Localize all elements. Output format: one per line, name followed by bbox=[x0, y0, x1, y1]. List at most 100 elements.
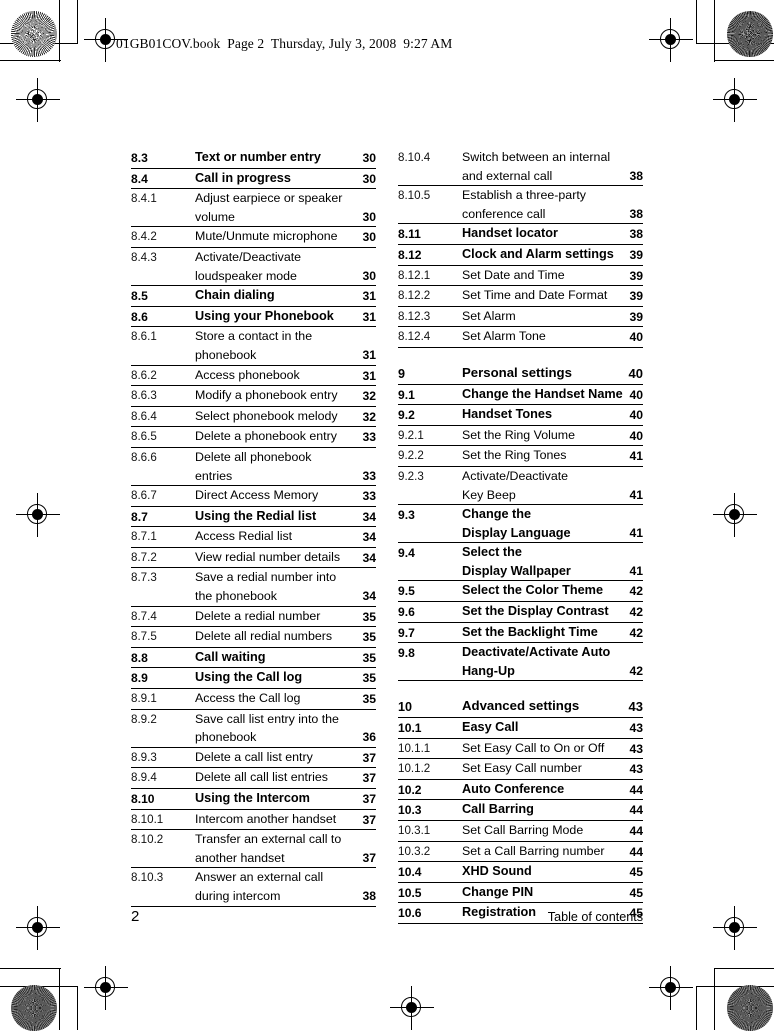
toc-entry[interactable]: 8.9.2 Save call list entry into the phoneb… bbox=[131, 710, 376, 748]
toc-entry[interactable]: 10.1.1 Set Easy Call to On or Off 43 bbox=[398, 739, 643, 760]
toc-entry[interactable]: 9.6 Set the Display Contrast 42 bbox=[398, 602, 643, 623]
toc-entry[interactable]: 8.3 Text or number entry 30 bbox=[131, 148, 376, 169]
toc-entry-number: 8.6 bbox=[131, 309, 148, 324]
toc-entry[interactable]: 8.9 Using the Call log 35 bbox=[131, 668, 376, 690]
toc-entry-title-line1: Deactivate/Activate Auto bbox=[462, 645, 611, 660]
toc-entry-number: 10.3 bbox=[398, 803, 422, 818]
toc-entry-number: 8.9.2 bbox=[131, 712, 157, 726]
toc-entry-title: View redial number details bbox=[195, 548, 359, 567]
toc-entry[interactable]: 8.6 Using your Phonebook 31 bbox=[131, 307, 376, 328]
toc-entry[interactable]: 8.6.4 Select phonebook melody 32 bbox=[131, 407, 376, 428]
toc-entry-title: Access phonebook bbox=[195, 366, 359, 385]
toc-entry[interactable]: 8.10 Using the Intercom 37 bbox=[131, 789, 376, 810]
toc-entry-number: 10.1.2 bbox=[398, 762, 431, 776]
toc-entry[interactable]: 8.12.3 Set Alarm 39 bbox=[398, 307, 643, 328]
toc-entry[interactable]: 9.7 Set the Backlight Time 42 bbox=[398, 623, 643, 644]
toc-entry[interactable]: 8.11 Handset locator 38 bbox=[398, 224, 643, 245]
toc-entry-title-line1: Delete a redial number bbox=[195, 608, 321, 623]
toc-entry[interactable]: 8.10.5 Establish a three-party conference … bbox=[398, 186, 643, 225]
toc-entry[interactable]: 8.6.5 Delete a phonebook entry 33 bbox=[131, 427, 376, 448]
toc-entry[interactable]: 8.10.3 Answer an external call during inte… bbox=[131, 868, 376, 907]
toc-entry-title-line2: the phonebook bbox=[195, 589, 277, 604]
toc-entry-title: Intercom another handset bbox=[195, 810, 359, 829]
toc-entry[interactable]: 9.8 Deactivate/Activate Auto Hang-Up 42 bbox=[398, 643, 643, 682]
toc-entry[interactable]: 10.5 Change PIN 45 bbox=[398, 883, 643, 904]
toc-entry[interactable]: 8.6.6 Delete all phonebook entries 33 bbox=[131, 448, 376, 487]
toc-entry[interactable]: 10.4 XHD Sound 45 bbox=[398, 862, 643, 883]
toc-entry-title: Easy Call bbox=[462, 718, 626, 737]
toc-entry-title-line2: and external call bbox=[462, 168, 553, 183]
toc-entry[interactable]: 8.4 Call in progress 30 bbox=[131, 169, 376, 190]
toc-entry[interactable]: 8.7 Using the Redial list 34 bbox=[131, 507, 376, 528]
toc-entry[interactable]: 8.6.3 Modify a phonebook entry 32 bbox=[131, 386, 376, 407]
toc-entry[interactable]: 8.7.2 View redial number details 34 bbox=[131, 548, 376, 569]
toc-entry-title-line1: Call in progress bbox=[195, 170, 291, 185]
toc-entry[interactable]: 10.2 Auto Conference 44 bbox=[398, 780, 643, 801]
toc-entry[interactable]: 8.9.3 Delete a call list entry 37 bbox=[131, 748, 376, 769]
toc-entry[interactable]: 8.12 Clock and Alarm settings 39 bbox=[398, 245, 643, 266]
toc-entry-title-line1: Switch between an internal bbox=[462, 150, 611, 164]
toc-entry-title-line1: Intercom another handset bbox=[195, 811, 337, 826]
toc-entry-number: 8.6.7 bbox=[131, 489, 157, 503]
toc-entry-number: 8.10.5 bbox=[398, 189, 431, 203]
toc-entry[interactable]: 10.1 Easy Call 43 bbox=[398, 718, 643, 739]
toc-entry[interactable]: 10.3.1 Set Call Barring Mode 44 bbox=[398, 821, 643, 842]
toc-entry[interactable]: 10.3.2 Set a Call Barring number 44 bbox=[398, 842, 643, 863]
crop-line-bottom-left-h bbox=[0, 968, 61, 970]
toc-entry-title: Call waiting bbox=[195, 648, 359, 667]
toc-entry[interactable]: 8.7.1 Access Redial list 34 bbox=[131, 527, 376, 548]
toc-entry[interactable]: 9.4 Select the Display Wallpaper 41 bbox=[398, 543, 643, 582]
trim-line-bottom-left-h bbox=[0, 986, 78, 988]
toc-entry-title-line1: Access phonebook bbox=[195, 367, 300, 382]
toc-entry-title: Set Time and Date Format bbox=[462, 286, 626, 305]
toc-entry[interactable]: 8.10.1 Intercom another handset 37 bbox=[131, 810, 376, 831]
toc-entry-title-line1: Adjust earpiece or speaker bbox=[195, 191, 343, 206]
toc-entry-page-number: 42 bbox=[629, 584, 643, 599]
toc-entry-page-number: 40 bbox=[629, 408, 643, 423]
toc-entry-title-line1: Delete a phonebook entry bbox=[195, 429, 337, 444]
registration-target-mid-right bbox=[713, 493, 757, 537]
toc-entry[interactable]: 8.10.4 Switch between an internal and exte… bbox=[398, 148, 643, 187]
toc-entry[interactable]: 8.9.1 Access the Call log 35 bbox=[131, 689, 376, 710]
toc-entry[interactable]: 8.9.4 Delete all call list entries 37 bbox=[131, 768, 376, 789]
crop-line-bottom-right-h bbox=[714, 968, 774, 970]
toc-entry-page-number: 37 bbox=[362, 850, 376, 865]
toc-entry[interactable]: 8.6.7 Direct Access Memory 33 bbox=[131, 486, 376, 507]
footer-page-number: 2 bbox=[131, 908, 140, 925]
toc-entry[interactable]: 8.12.4 Set Alarm Tone 40 bbox=[398, 327, 643, 348]
toc-entry[interactable]: 9.1 Change the Handset Name 40 bbox=[398, 385, 643, 406]
toc-entry[interactable]: 8.12.1 Set Date and Time 39 bbox=[398, 266, 643, 287]
toc-entry-number: 8.4 bbox=[131, 171, 148, 186]
toc-entry[interactable]: 9.2.1 Set the Ring Volume 40 bbox=[398, 426, 643, 447]
toc-entry[interactable]: 9.5 Select the Color Theme 42 bbox=[398, 581, 643, 603]
toc-entry-page-number: 40 bbox=[629, 330, 643, 345]
toc-entry[interactable]: 9.2.3 Activate/Deactivate Key Beep 41 bbox=[398, 467, 643, 506]
toc-entry[interactable]: 8.4.1 Adjust earpiece or speaker volume 30 bbox=[131, 189, 376, 228]
toc-entry[interactable]: 10.3 Call Barring 44 bbox=[398, 800, 643, 821]
toc-entry[interactable]: 8.10.2 Transfer an external call to anothe… bbox=[131, 830, 376, 869]
toc-entry-title-line1: Set Easy Call number bbox=[462, 761, 582, 776]
toc-entry[interactable]: 8.4.2 Mute/Unmute microphone 30 bbox=[131, 227, 376, 248]
toc-entry[interactable]: 10.1.2 Set Easy Call number 43 bbox=[398, 759, 643, 780]
toc-entry[interactable]: 8.5 Chain dialing 31 bbox=[131, 286, 376, 307]
toc-entry[interactable]: 9.3 Change the Display Language 41 bbox=[398, 505, 643, 544]
toc-entry[interactable]: 8.7.4 Delete a redial number 35 bbox=[131, 607, 376, 628]
toc-entry[interactable]: 9.2.2 Set the Ring Tones 41 bbox=[398, 446, 643, 467]
toc-entry[interactable]: 8.12.2 Set Time and Date Format 39 bbox=[398, 286, 643, 307]
toc-entry[interactable]: 8.6.2 Access phonebook 31 bbox=[131, 366, 376, 387]
toc-entry[interactable]: 10 Advanced settings 43 bbox=[398, 697, 643, 719]
toc-entry[interactable]: 8.7.3 Save a redial number into the phoneb… bbox=[131, 568, 376, 607]
toc-entry[interactable]: 8.6.1 Store a contact in the phonebook 31 bbox=[131, 327, 376, 366]
toc-entry-title: Select the Color Theme bbox=[462, 581, 626, 600]
toc-entry[interactable]: 8.7.5 Delete all redial numbers 35 bbox=[131, 627, 376, 648]
toc-entry[interactable]: 9.2 Handset Tones 40 bbox=[398, 405, 643, 426]
toc-entry-title: Adjust earpiece or speaker volume bbox=[195, 189, 359, 226]
toc-entry-number: 8.10.2 bbox=[131, 833, 164, 847]
crop-line-top-right-v bbox=[714, 0, 716, 62]
toc-entry-title-line1: Clock and Alarm settings bbox=[462, 246, 614, 261]
toc-entry[interactable]: 8.4.3 Activate/Deactivate loudspeaker mode… bbox=[131, 248, 376, 287]
toc-entry-number: 9 bbox=[398, 366, 406, 381]
toc-entry[interactable]: 8.8 Call waiting 35 bbox=[131, 648, 376, 669]
toc-entry[interactable]: 9 Personal settings 40 bbox=[398, 364, 643, 385]
toc-entry-page-number: 38 bbox=[629, 206, 643, 221]
